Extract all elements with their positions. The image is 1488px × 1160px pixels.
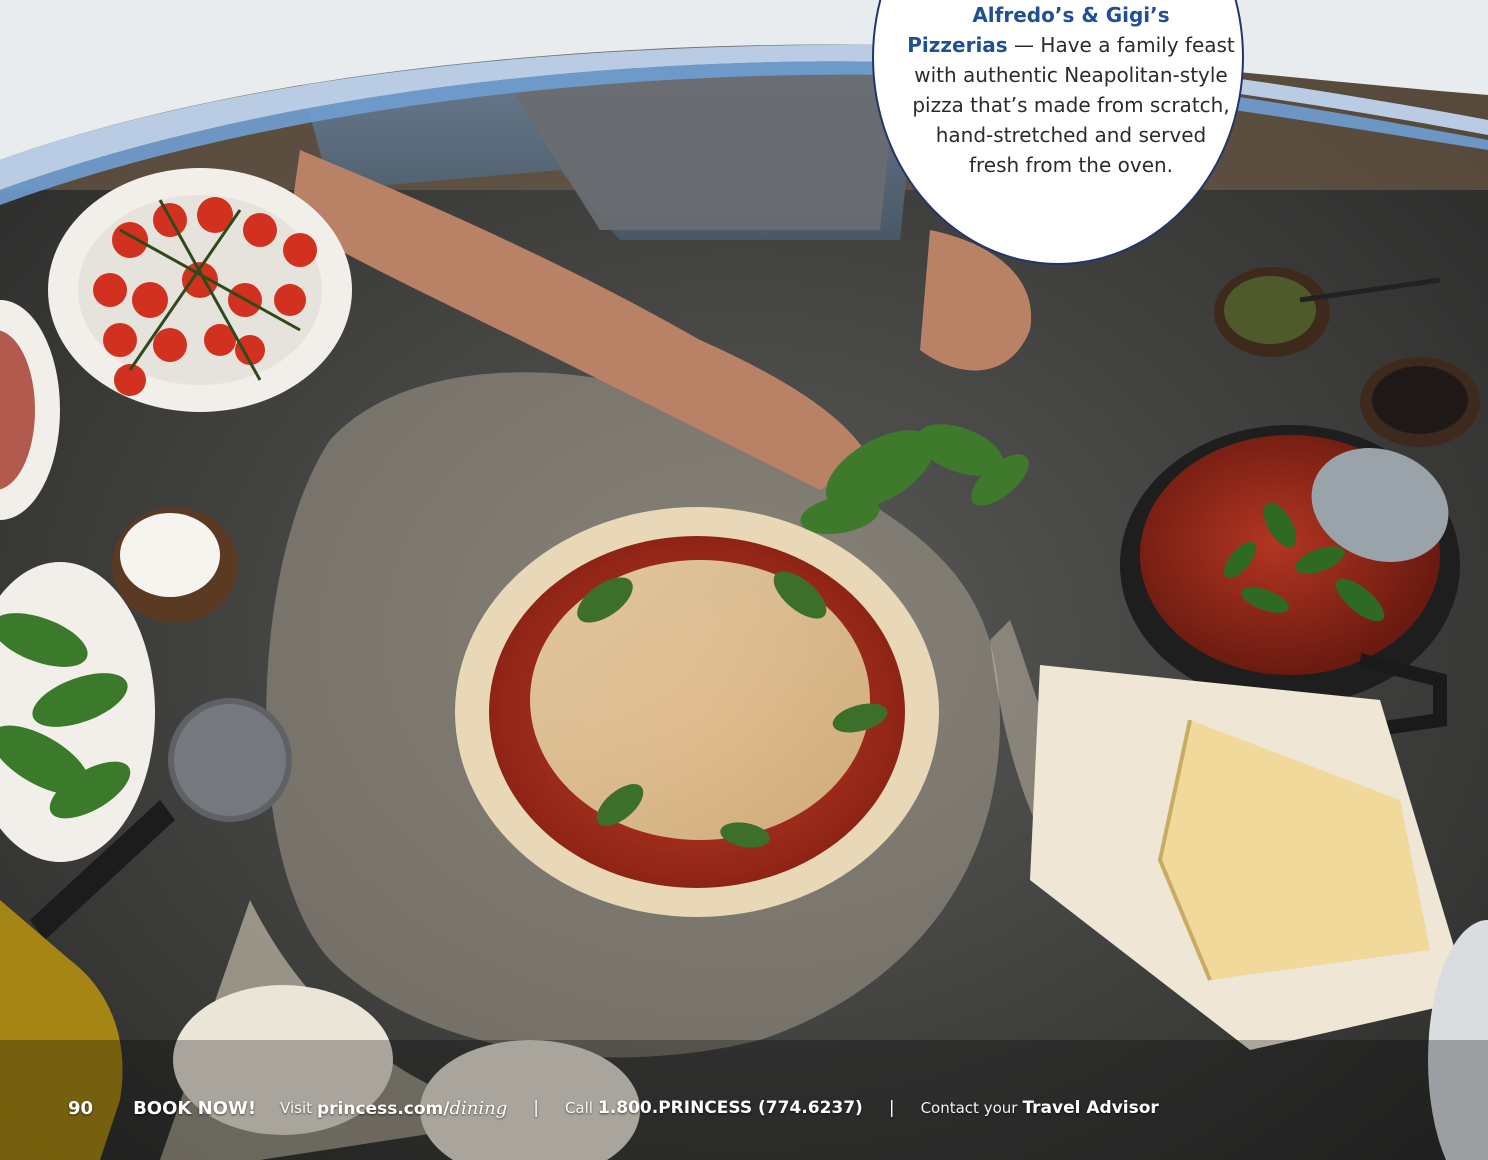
- page-footer: 90 BOOK NOW! Visit princess.com/dining |…: [0, 1088, 1488, 1128]
- callout-title-line1: Alfredo’s & Gigi’s: [972, 3, 1170, 27]
- visit-url-path: dining: [449, 1097, 508, 1119]
- travel-advisor-link[interactable]: Travel Advisor: [1022, 1098, 1158, 1118]
- callout-body-line4: pizza that’s made from scratch,: [912, 93, 1230, 117]
- page-number: 90: [68, 1097, 94, 1119]
- callout-body-line2: — Have a family feast: [1007, 33, 1235, 57]
- callout-body-line5: hand-stretched and served: [935, 123, 1207, 147]
- visit-url-domain: princess.com/: [317, 1098, 450, 1119]
- contact-label: Contact your: [920, 1099, 1018, 1117]
- callout-text: Alfredo’s & Gigi’s Pizzerias — Have a fa…: [896, 0, 1246, 180]
- book-now-label: BOOK NOW!: [133, 1097, 257, 1119]
- footer-separator-1: |: [533, 1098, 539, 1118]
- visit-url[interactable]: princess.com/dining: [317, 1098, 507, 1119]
- callout-body-line6: fresh from the oven.: [968, 153, 1174, 177]
- callout-title-line2: Pizzerias: [907, 33, 1008, 57]
- visit-label: Visit: [280, 1099, 312, 1117]
- phone-number[interactable]: 1.800.PRINCESS (774.6237): [598, 1098, 863, 1118]
- top-wave-banner: [0, 0, 1488, 240]
- brochure-page: Alfredo’s & Gigi’s Pizzerias — Have a fa…: [0, 0, 1488, 1160]
- footer-separator-2: |: [888, 1098, 895, 1118]
- callout-body-line3: with authentic Neapolitan-style: [914, 63, 1228, 87]
- call-label: Call: [564, 1099, 593, 1117]
